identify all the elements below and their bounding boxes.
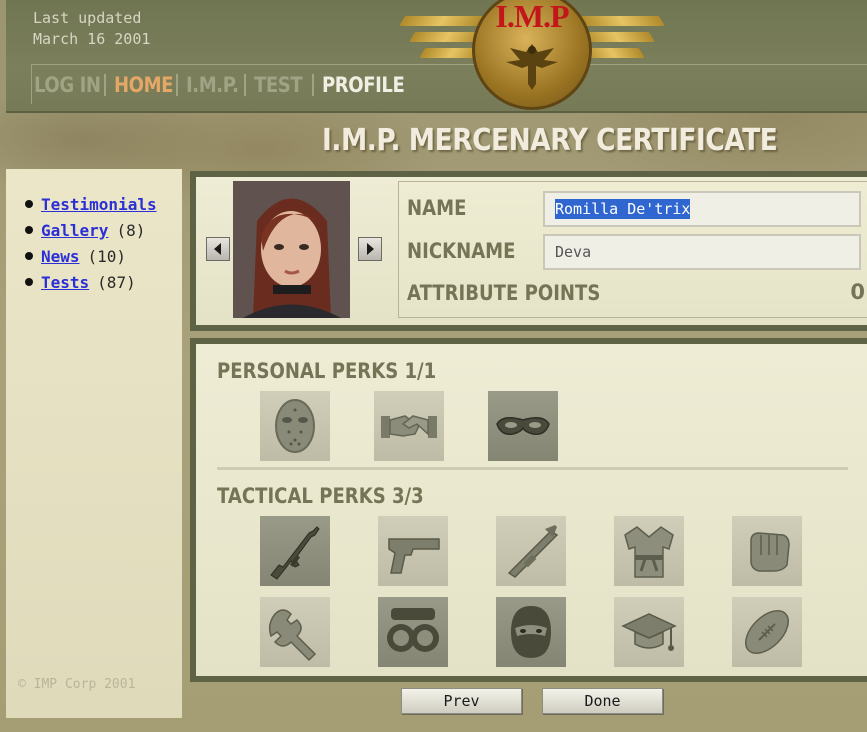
bullet-icon	[25, 226, 33, 234]
perk-wrench[interactable]	[260, 597, 330, 667]
nav-home[interactable]: HOME	[114, 73, 173, 97]
done-button[interactable]: Done	[542, 688, 663, 714]
perk-hockey-mask[interactable]	[260, 391, 330, 461]
perk-martial-arts[interactable]	[614, 516, 684, 586]
perk-rocket-launcher[interactable]	[496, 516, 566, 586]
perks-divider	[217, 467, 848, 470]
fist-icon	[750, 532, 790, 572]
sidebar-item-news: News (10)	[25, 243, 165, 269]
identity-box: NAME Romilla De'trix NICKNAME Deva ATTRI…	[398, 181, 867, 318]
emblem-text: I.M.P	[495, 0, 569, 34]
martial-arts-gi-icon	[624, 526, 674, 578]
pistol-icon	[388, 538, 440, 574]
nav-separator	[104, 74, 106, 96]
nav-profile[interactable]: PROFILE	[322, 73, 405, 97]
gallery-count: (8)	[116, 220, 146, 240]
testimonials-link[interactable]: Testimonials	[41, 195, 157, 214]
tactical-perks-title: TACTICAL PERKS 3/3	[217, 484, 424, 508]
name-value: Romilla De'trix	[555, 199, 691, 219]
perk-night-vision[interactable]	[378, 597, 448, 667]
perk-graduation[interactable]	[614, 597, 684, 667]
page-title: I.M.P. MERCENARY CERTIFICATE	[322, 123, 778, 158]
sidebar-item-testimonials: Testimonials	[25, 191, 165, 217]
balaclava-icon	[511, 606, 551, 658]
news-link[interactable]: News	[41, 247, 80, 266]
profile-panel: NAME Romilla De'trix NICKNAME Deva ATTRI…	[190, 171, 867, 331]
copyright-text: © IMP Corp 2001	[18, 677, 136, 692]
sidebar-item-tests: Tests (87)	[25, 269, 165, 295]
last-updated-date: March 16 2001	[33, 30, 151, 48]
eye-mask-icon	[496, 417, 550, 436]
last-updated-label: Last updated	[33, 9, 142, 27]
prev-button[interactable]: Prev	[401, 688, 522, 714]
bullet-icon	[25, 278, 33, 286]
night-vision-goggles-icon	[387, 608, 439, 652]
nav-separator	[176, 74, 178, 96]
nav-imp[interactable]: I.M.P.	[186, 73, 239, 97]
perk-eye-mask[interactable]	[488, 391, 558, 461]
mercenary-portrait	[233, 181, 350, 318]
perk-football[interactable]	[732, 597, 802, 667]
nav-separator	[244, 74, 246, 96]
rocket-launcher-icon	[507, 525, 559, 578]
bullet-icon	[25, 252, 33, 260]
gallery-link[interactable]: Gallery	[41, 221, 108, 240]
imp-emblem-logo: I.M.P	[392, 0, 672, 112]
attribute-points-label: ATTRIBUTE POINTS	[407, 281, 601, 305]
nav-separator	[312, 74, 314, 96]
nav-test[interactable]: TEST	[254, 73, 304, 97]
hockey-mask-icon	[275, 399, 315, 453]
perk-balaclava[interactable]	[496, 597, 566, 667]
perk-pistol[interactable]	[378, 516, 448, 586]
handshake-icon	[381, 415, 437, 438]
bullet-icon	[25, 200, 33, 208]
perk-fist[interactable]	[732, 516, 802, 586]
tests-count: (87)	[97, 272, 136, 292]
perks-panel: PERSONAL PERKS 1/1 TACTICAL PERKS 3/3	[190, 338, 867, 682]
name-field[interactable]: Romilla De'trix	[543, 191, 861, 227]
eagle-icon	[506, 44, 558, 90]
portrait-prev-button[interactable]	[206, 237, 230, 261]
tests-link[interactable]: Tests	[41, 273, 89, 292]
name-label: NAME	[407, 196, 467, 220]
sidebar-item-gallery: Gallery (8)	[25, 217, 165, 243]
perk-handshake[interactable]	[374, 391, 444, 461]
perk-assault-rifle[interactable]	[260, 516, 330, 586]
personal-perks-title: PERSONAL PERKS 1/1	[217, 359, 437, 383]
assault-rifle-icon	[270, 526, 320, 580]
attribute-points-value: 0	[850, 280, 865, 304]
nickname-field[interactable]: Deva	[543, 234, 861, 270]
last-updated: Last updated March 16 2001	[33, 8, 150, 50]
nickname-value: Deva	[555, 243, 592, 261]
nav-log-in[interactable]: LOG IN	[34, 73, 101, 97]
graduation-cap-icon	[621, 613, 677, 651]
arrow-left-icon	[214, 243, 221, 255]
portrait-next-button[interactable]	[358, 237, 382, 261]
wrench-icon	[268, 609, 317, 662]
portrait-image	[233, 181, 350, 318]
news-count: (10)	[87, 246, 127, 266]
football-icon	[745, 610, 789, 654]
arrow-right-icon	[367, 243, 374, 255]
nickname-label: NICKNAME	[407, 239, 516, 263]
sidebar: Testimonials Gallery (8) News (10) Tests…	[6, 169, 182, 718]
